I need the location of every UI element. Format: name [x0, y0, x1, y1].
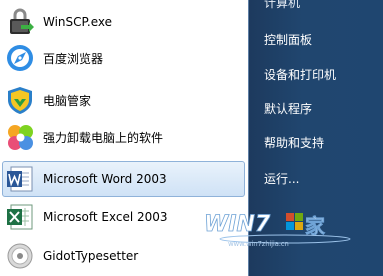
program-label: GidotTypesetter: [43, 249, 139, 263]
program-label: 百度浏览器: [43, 51, 104, 66]
program-item-uninstaller[interactable]: 强力卸载电脑上的软件: [2, 119, 245, 155]
right-link-help-support[interactable]: 帮助和支持: [264, 134, 324, 151]
svg-text:家: 家: [305, 214, 326, 238]
program-item-word[interactable]: Microsoft Word 2003: [2, 161, 245, 197]
program-label: 强力卸载电脑上的软件: [43, 130, 164, 145]
svg-text:WIN7: WIN7: [204, 212, 271, 237]
right-link-computer[interactable]: 计算机: [264, 0, 300, 11]
program-label: Microsoft Excel 2003: [43, 210, 168, 224]
winscp-icon: [5, 7, 35, 37]
pc-manager-shield-icon: [5, 85, 35, 115]
program-item-winscp[interactable]: WinSCP.exe: [2, 4, 245, 40]
program-label: 电脑管家: [43, 93, 92, 108]
program-label: WinSCP.exe: [43, 15, 113, 29]
program-item-pc-manager[interactable]: 电脑管家: [2, 82, 245, 118]
excel-icon: [5, 202, 35, 232]
uninstaller-icon: [5, 122, 35, 152]
right-link-run[interactable]: 运行...: [264, 170, 299, 187]
program-label: Microsoft Word 2003: [43, 172, 167, 186]
word-icon: [5, 164, 35, 194]
program-item-baidu-browser[interactable]: 百度浏览器: [2, 40, 245, 76]
right-link-default-programs[interactable]: 默认程序: [264, 100, 312, 117]
right-link-control-panel[interactable]: 控制面板: [264, 31, 312, 48]
right-link-devices-printers[interactable]: 设备和打印机: [264, 66, 336, 83]
baidu-browser-icon: [5, 43, 35, 73]
watermark-url: www.win7zhijia.cn: [228, 240, 289, 248]
gidot-icon: [5, 241, 35, 271]
